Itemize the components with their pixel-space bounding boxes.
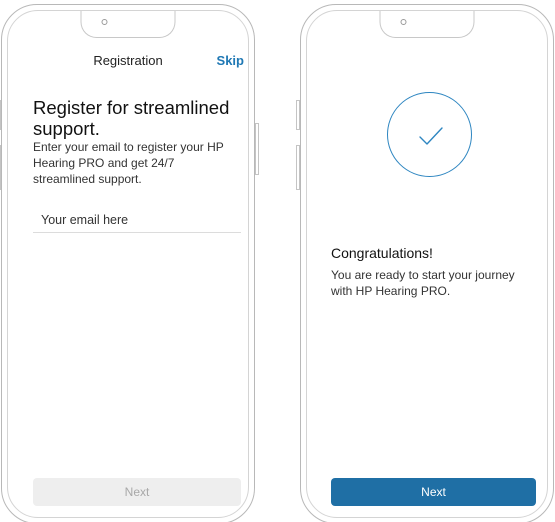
phone-notch bbox=[80, 11, 176, 38]
phone-notch bbox=[379, 11, 475, 38]
mockup-stage: Registration Skip Register for streamlin… bbox=[0, 0, 555, 522]
side-button bbox=[296, 100, 300, 130]
next-button-disabled[interactable]: Next bbox=[33, 478, 241, 506]
checkmark-icon bbox=[419, 127, 443, 145]
camera-icon bbox=[101, 19, 108, 25]
registration-description: Enter your email to register your HP Hea… bbox=[33, 140, 224, 186]
next-button[interactable]: Next bbox=[331, 478, 536, 506]
screen-registration: Registration Skip Register for streamlin… bbox=[7, 10, 249, 518]
screen-confirmation: Congratulations! You are ready to start … bbox=[306, 10, 548, 518]
side-button bbox=[0, 100, 1, 130]
phone-frame-confirmation: Congratulations! You are ready to start … bbox=[296, 4, 554, 522]
page-title: Registration bbox=[93, 53, 163, 68]
side-button bbox=[296, 145, 300, 190]
email-field[interactable] bbox=[33, 207, 241, 233]
registration-heading: Register for streamlined support. bbox=[33, 97, 230, 139]
camera-icon bbox=[400, 19, 407, 25]
success-circle bbox=[387, 92, 472, 177]
phone-frame-registration: Registration Skip Register for streamlin… bbox=[0, 4, 259, 522]
side-button bbox=[0, 145, 1, 190]
side-button bbox=[255, 123, 259, 175]
skip-button[interactable]: Skip bbox=[217, 53, 244, 68]
confirmation-description: You are ready to start your journey with… bbox=[331, 268, 515, 298]
registration-header: Registration Skip bbox=[8, 51, 248, 71]
congratulations-heading: Congratulations! bbox=[331, 245, 433, 261]
